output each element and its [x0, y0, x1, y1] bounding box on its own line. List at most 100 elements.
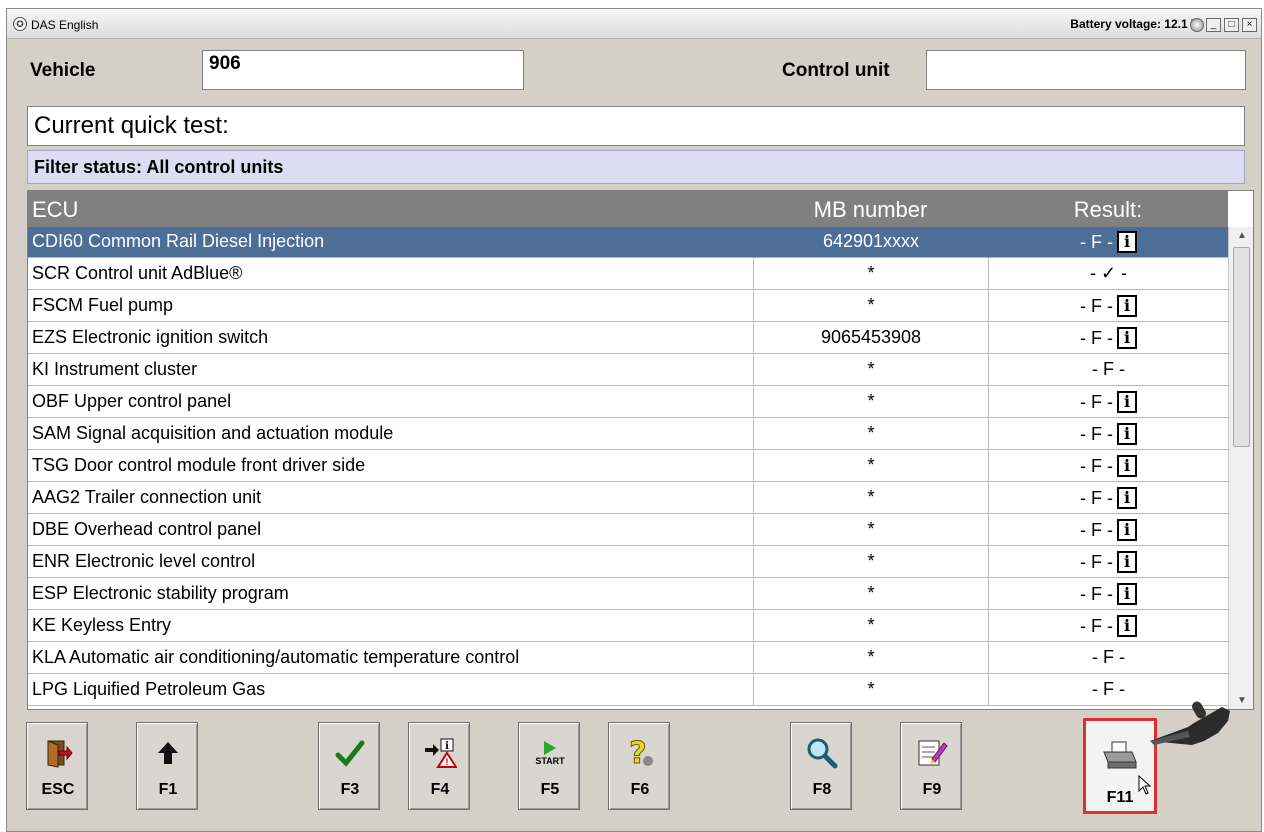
help-question-icon: ? — [609, 735, 671, 771]
vehicle-field[interactable]: 906 — [202, 50, 524, 90]
table-row[interactable]: SAM Signal acquisition and actuation mod… — [28, 419, 1228, 450]
result-cell: - F -i — [988, 451, 1228, 482]
table-row[interactable]: DBE Overhead control panel * - F -i — [28, 515, 1228, 546]
scroll-thumb[interactable] — [1233, 247, 1250, 447]
esc-button[interactable]: ESC — [26, 722, 88, 810]
minimize-button[interactable]: _ — [1206, 18, 1221, 32]
mb-number-cell: 642901xxxx — [753, 227, 988, 258]
table-row[interactable]: KE Keyless Entry * - F -i — [28, 611, 1228, 642]
f3-button[interactable]: F3 — [318, 722, 380, 810]
info-icon[interactable]: i — [1117, 519, 1137, 541]
result-cell: - F -i — [988, 387, 1228, 418]
result-text: - F - — [1092, 647, 1125, 667]
start-icon-text: START — [535, 756, 565, 766]
result-wrap: - F -i — [1080, 455, 1137, 477]
result-wrap: - F -i — [1080, 551, 1137, 573]
f5-button[interactable]: START F5 — [518, 722, 580, 810]
mb-number-cell: * — [753, 483, 988, 514]
scroll-up-icon[interactable]: ▲ — [1229, 227, 1253, 245]
mb-number-cell: 9065453908 — [753, 323, 988, 354]
mb-number-cell: * — [753, 291, 988, 322]
vehicle-bar: Vehicle 906 Control unit — [18, 48, 1246, 94]
column-header-mb-number[interactable]: MB number — [753, 197, 988, 223]
table-row[interactable]: EZS Electronic ignition switch 9065453908… — [28, 323, 1228, 354]
window-title: DAS English — [31, 18, 99, 32]
table-row[interactable]: ENR Electronic level control * - F -i — [28, 547, 1228, 578]
title-bar: ✪ DAS English Battery voltage: 12.1 V _ … — [7, 9, 1261, 39]
table-row[interactable]: SCR Control unit AdBlue® * - ✓ - — [28, 259, 1228, 290]
result-text: - F - — [1080, 583, 1113, 604]
result-wrap: - F -i — [1080, 327, 1137, 349]
info-icon[interactable]: i — [1117, 551, 1137, 573]
table-row[interactable]: ESP Electronic stability program * - F -i — [28, 579, 1228, 610]
mb-number-cell: * — [753, 547, 988, 578]
result-text: - F - — [1080, 423, 1113, 444]
maximize-button[interactable]: □ — [1224, 18, 1239, 32]
info-icon[interactable]: i — [1117, 615, 1137, 637]
result-wrap: - F - — [1092, 359, 1125, 380]
mouse-cursor-icon — [1138, 774, 1152, 800]
control-unit-field[interactable] — [926, 50, 1246, 90]
info-icon[interactable]: i — [1117, 455, 1137, 477]
table-row[interactable]: KI Instrument cluster * - F - — [28, 355, 1228, 386]
table-row[interactable]: AAG2 Trailer connection unit * - F -i — [28, 483, 1228, 514]
table-row[interactable]: FSCM Fuel pump * - F -i — [28, 291, 1228, 322]
column-header-result[interactable]: Result: — [988, 197, 1228, 223]
ecu-name-cell: SAM Signal acquisition and actuation mod… — [32, 423, 394, 443]
result-text: - F - — [1080, 519, 1113, 540]
close-button[interactable]: × — [1242, 18, 1257, 32]
result-text: - ✓ - — [1089, 263, 1128, 283]
mb-number-cell: * — [753, 643, 988, 674]
f4-button[interactable]: i ! F4 — [408, 722, 470, 810]
result-cell: - F -i — [988, 547, 1228, 578]
exit-door-icon — [27, 735, 89, 771]
result-cell: - F -i — [988, 323, 1228, 354]
table-row[interactable]: CDI60 Common Rail Diesel Injection 642901… — [28, 227, 1228, 258]
filter-status-bar: Filter status: All control units — [27, 150, 1245, 184]
result-wrap: - F -i — [1080, 519, 1137, 541]
f9-button-label: F9 — [922, 781, 942, 798]
result-wrap: - ✓ - — [1090, 263, 1127, 284]
table-row[interactable]: TSG Door control module front driver sid… — [28, 451, 1228, 482]
result-wrap: - F - — [1092, 647, 1125, 668]
f1-button[interactable]: F1 — [136, 722, 198, 810]
result-wrap: - F -i — [1080, 295, 1137, 317]
pointing-hand-icon — [1148, 693, 1232, 764]
info-icon[interactable]: i — [1117, 487, 1137, 509]
result-wrap: - F -i — [1080, 423, 1137, 445]
ecu-name-cell: OBF Upper control panel — [32, 391, 232, 411]
info-icon[interactable]: i — [1117, 231, 1137, 253]
f6-button-label: F6 — [630, 781, 650, 798]
result-text: - F - — [1080, 231, 1113, 252]
column-header-ecu[interactable]: ECU — [32, 197, 78, 223]
f8-button[interactable]: F8 — [790, 722, 852, 810]
f9-button[interactable]: F9 — [900, 722, 962, 810]
mb-number-cell: * — [753, 611, 988, 642]
svg-text:!: ! — [446, 757, 449, 767]
info-icon[interactable]: i — [1117, 423, 1137, 445]
f4-button-label: F4 — [430, 781, 450, 798]
result-wrap: - F -i — [1080, 583, 1137, 605]
scroll-down-icon[interactable]: ▼ — [1229, 692, 1253, 709]
info-icon[interactable]: i — [1117, 583, 1137, 605]
result-text: - F - — [1080, 551, 1113, 572]
ecu-name-cell: KLA Automatic air conditioning/automatic… — [32, 647, 520, 667]
result-text: - F - — [1080, 391, 1113, 412]
table-row[interactable]: OBF Upper control panel * - F -i — [28, 387, 1228, 418]
result-cell: - F -i — [988, 291, 1228, 322]
f1-button-label: F1 — [158, 781, 178, 798]
battery-status-icon — [1190, 18, 1204, 32]
table-row[interactable]: KLA Automatic air conditioning/automatic… — [28, 643, 1228, 674]
table-row[interactable]: LPG Liquified Petroleum Gas * - F - — [28, 675, 1228, 706]
info-icon[interactable]: i — [1117, 327, 1137, 349]
svg-text:i: i — [445, 741, 449, 752]
mb-number-cell: * — [753, 355, 988, 386]
result-cell: - F -i — [988, 579, 1228, 610]
up-arrow-icon — [137, 735, 199, 771]
info-icon[interactable]: i — [1117, 295, 1137, 317]
f6-button[interactable]: ? F6 — [608, 722, 670, 810]
vertical-scrollbar[interactable]: ▲ ▼ — [1228, 227, 1253, 709]
f8-button-label: F8 — [812, 781, 832, 798]
info-icon[interactable]: i — [1117, 391, 1137, 413]
ecu-name-cell: LPG Liquified Petroleum Gas — [32, 679, 266, 699]
